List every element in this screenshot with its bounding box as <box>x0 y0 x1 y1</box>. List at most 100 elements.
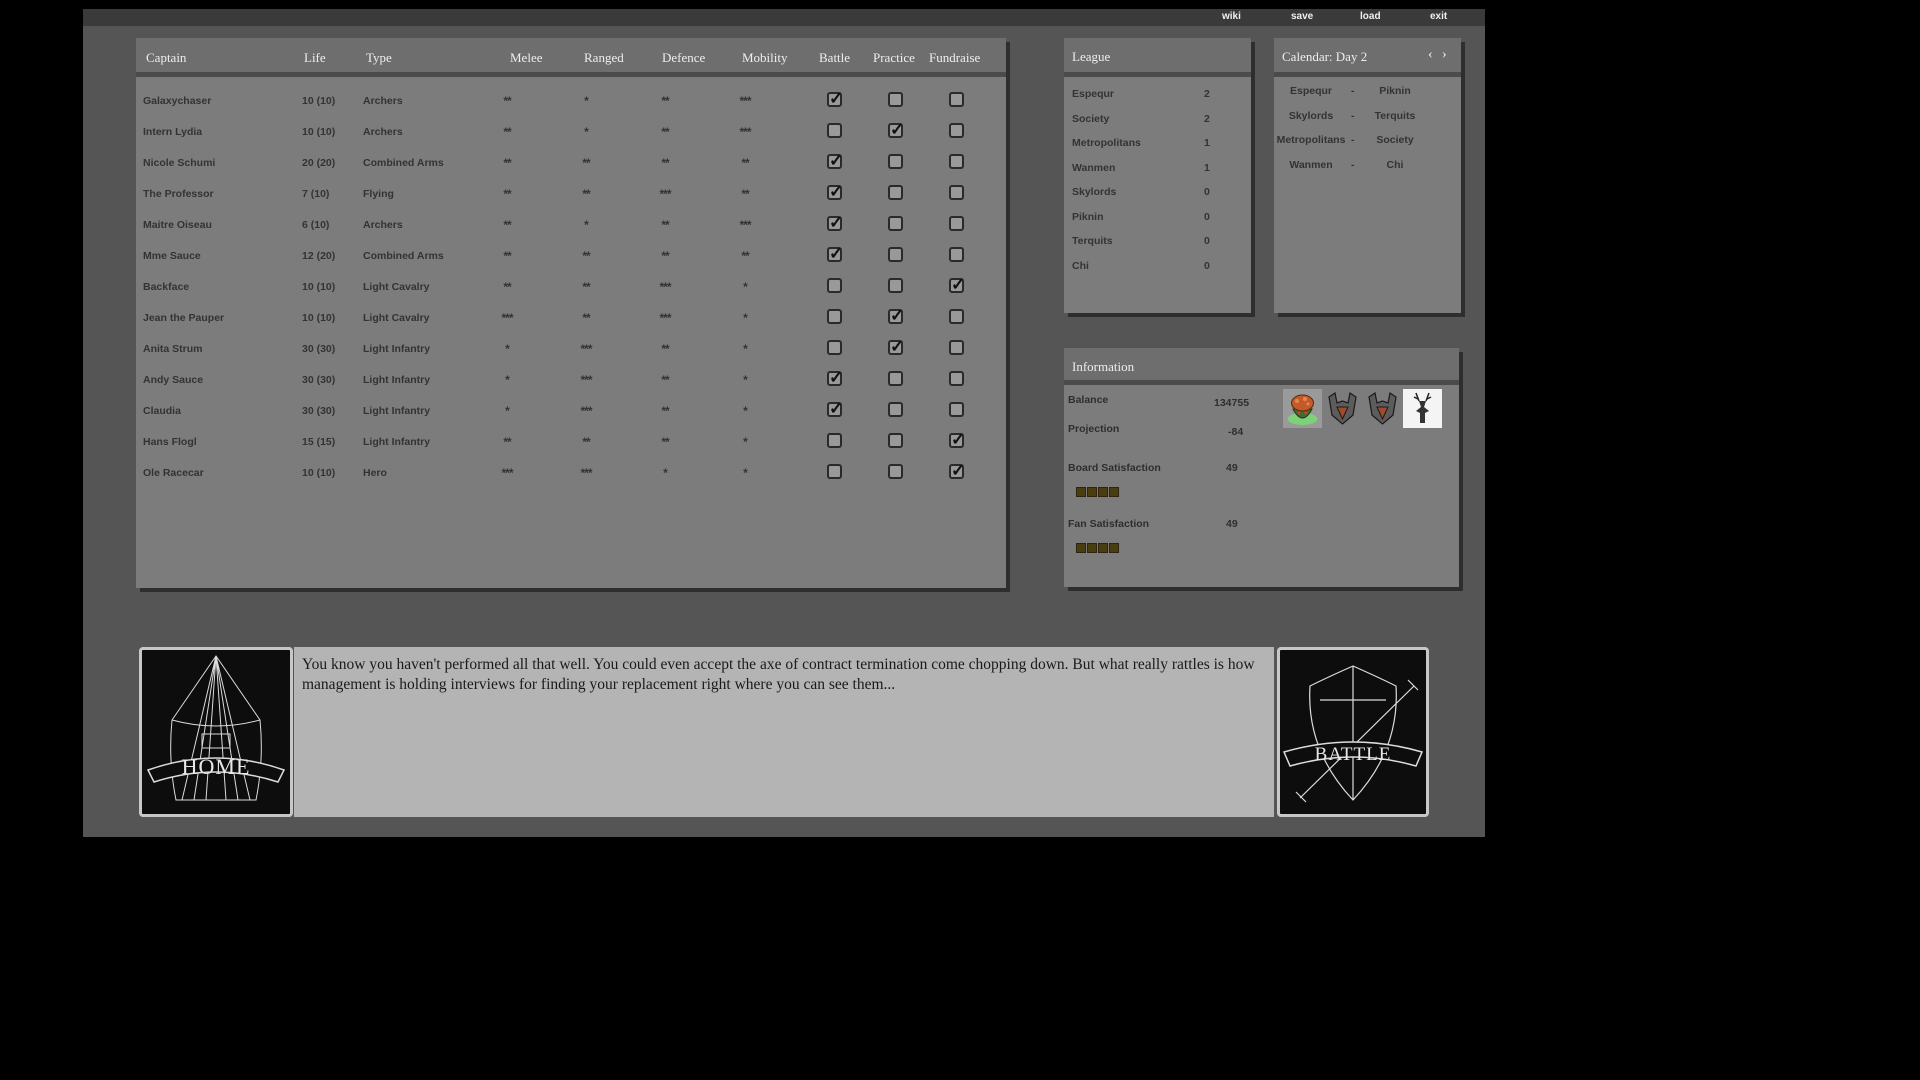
captain-name: Nicole Schumi <box>143 157 216 169</box>
practice-checkbox[interactable] <box>888 92 903 107</box>
league-team-name: Piknin <box>1072 210 1104 223</box>
league-team-points: 2 <box>1204 88 1210 100</box>
stat-melee: ** <box>503 218 511 232</box>
battle-checkbox[interactable] <box>827 340 842 355</box>
potion-icon[interactable] <box>1283 389 1322 428</box>
stat-mobility: ** <box>741 156 749 170</box>
captain-name: Hans Flogl <box>143 436 197 448</box>
practice-checkbox[interactable] <box>888 185 903 200</box>
practice-checkbox[interactable] <box>888 464 903 479</box>
table-row: Galaxychaser 10 (10) Archers ** * ** *** ✓ <box>136 90 1006 115</box>
checkmark-icon: ✓ <box>951 430 966 449</box>
helmet-icon[interactable] <box>1363 389 1402 428</box>
practice-checkbox[interactable]: ✓ <box>888 337 905 356</box>
checkmark-icon: ✓ <box>890 120 905 139</box>
battle-checkbox[interactable] <box>827 123 842 138</box>
battle-checkbox[interactable]: ✓ <box>827 151 844 170</box>
captain-type: Light Infantry <box>363 405 431 417</box>
save-link[interactable]: save <box>1291 11 1313 22</box>
practice-checkbox[interactable] <box>888 247 903 262</box>
home-button[interactable]: HOME <box>139 647 293 817</box>
stat-ranged: *** <box>580 466 592 480</box>
battle-checkbox[interactable]: ✓ <box>827 214 843 232</box>
fundraise-checkbox[interactable] <box>949 402 964 417</box>
captain-life: 20 (20) <box>302 157 336 169</box>
battle-checkbox[interactable] <box>827 278 842 293</box>
stat-melee: * <box>505 404 510 418</box>
captain-type: Hero <box>363 467 387 479</box>
practice-checkbox[interactable] <box>888 216 903 231</box>
checkmark-icon: ✓ <box>829 151 844 170</box>
practice-checkbox[interactable] <box>888 402 903 417</box>
stat-defence: ** <box>661 125 669 139</box>
practice-checkbox[interactable] <box>888 433 903 448</box>
battle-checkbox[interactable]: ✓ <box>827 400 843 418</box>
fundraise-checkbox[interactable] <box>949 123 964 138</box>
battle-checkbox[interactable]: ✓ <box>827 90 843 108</box>
captain-type: Light Cavalry <box>363 312 430 324</box>
bar-segment <box>1076 487 1086 497</box>
fundraise-checkbox[interactable]: ✓ <box>949 276 965 294</box>
stat-ranged: *** <box>580 373 592 387</box>
wiki-link[interactable]: wiki <box>1222 11 1241 22</box>
stat-mobility: * <box>743 342 748 356</box>
practice-checkbox[interactable] <box>888 371 903 386</box>
deer-icon[interactable] <box>1403 389 1442 428</box>
captain-type: Flying <box>363 188 394 200</box>
practice-checkbox[interactable]: ✓ <box>888 120 905 139</box>
match-away-team: Piknin <box>1379 85 1411 97</box>
fundraise-checkbox[interactable]: ✓ <box>949 430 966 449</box>
battle-checkbox[interactable] <box>827 433 842 448</box>
checkmark-icon: ✓ <box>829 368 844 387</box>
stat-defence: ** <box>661 435 669 449</box>
battle-button[interactable]: BATTLE <box>1277 647 1429 817</box>
fundraise-checkbox[interactable] <box>949 247 964 262</box>
match-away-team: Chi <box>1386 158 1404 171</box>
calendar-prev-arrow-icon[interactable]: ‹ <box>1428 47 1433 63</box>
league-team-name: Metropolitans <box>1072 137 1141 149</box>
captain-life: 10 (10) <box>302 312 336 324</box>
fan-satisfaction-label: Fan Satisfaction <box>1068 518 1150 530</box>
fundraise-checkbox[interactable] <box>949 92 964 107</box>
fundraise-checkbox[interactable] <box>949 154 964 169</box>
stat-defence: * <box>663 466 668 480</box>
load-link[interactable]: load <box>1360 11 1381 22</box>
stat-defence: *** <box>659 311 671 325</box>
helmet-icon[interactable] <box>1323 389 1362 428</box>
calendar-next-arrow-icon[interactable]: › <box>1442 47 1447 63</box>
checkmark-icon: ✓ <box>890 337 905 356</box>
exit-link[interactable]: exit <box>1430 11 1447 22</box>
match-home-team: Metropolitans <box>1276 134 1346 146</box>
battle-checkbox[interactable] <box>827 464 842 479</box>
captain-life: 7 (10) <box>302 188 330 200</box>
fundraise-checkbox[interactable] <box>949 216 964 231</box>
header-captain: Captain <box>146 50 187 65</box>
battle-checkbox[interactable]: ✓ <box>827 368 844 387</box>
battle-checkbox[interactable] <box>827 309 842 324</box>
battle-checkbox[interactable]: ✓ <box>827 183 843 201</box>
stat-melee: *** <box>501 311 513 325</box>
practice-checkbox[interactable]: ✓ <box>888 307 904 325</box>
fundraise-checkbox[interactable]: ✓ <box>949 462 965 480</box>
table-row: Jean the Pauper 10 (10) Light Cavalry *** **… <box>136 307 1006 332</box>
practice-checkbox[interactable] <box>888 278 903 293</box>
fundraise-checkbox[interactable] <box>949 371 964 386</box>
table-row: Intern Lydia 10 (10) Archers ** * ** *** ✓ <box>136 120 1006 146</box>
bar-segment <box>1109 487 1119 497</box>
battle-checkbox[interactable]: ✓ <box>827 245 843 263</box>
fundraise-checkbox[interactable] <box>949 185 964 200</box>
practice-checkbox[interactable] <box>888 154 903 169</box>
stat-mobility: ** <box>741 187 749 201</box>
information-panel: Information Balance 134755 Projection -8… <box>1064 348 1459 587</box>
stat-mobility: * <box>743 373 748 387</box>
stat-melee: * <box>505 373 510 387</box>
fundraise-checkbox[interactable] <box>949 340 964 355</box>
fundraise-checkbox[interactable] <box>949 309 964 324</box>
stat-ranged: * <box>584 125 589 139</box>
captain-type: Light Infantry <box>363 374 431 386</box>
stat-ranged: * <box>584 218 589 232</box>
home-label: HOME <box>181 754 251 779</box>
bar-segment <box>1087 543 1097 553</box>
calendar-panel: Calendar: Day 2 ‹ › Espequr - Piknin Skylor… <box>1274 38 1461 313</box>
match-separator: - <box>1351 109 1355 122</box>
